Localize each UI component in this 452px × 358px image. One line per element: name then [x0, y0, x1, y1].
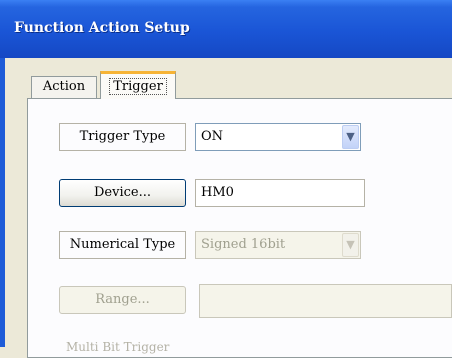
device-button[interactable]: Device...	[59, 179, 186, 207]
tab-trigger-label: Trigger	[109, 78, 167, 95]
window-title: Function Action Setup	[14, 20, 190, 36]
tab-action-label: Action	[42, 79, 86, 94]
device-value: HM0	[201, 185, 234, 200]
device-field[interactable]: HM0	[195, 179, 365, 207]
numerical-type-label: Numerical Type	[59, 231, 186, 259]
chevron-down-icon: ▼	[342, 233, 359, 257]
trigger-type-value: ON	[201, 129, 224, 144]
tab-action[interactable]: Action	[31, 76, 97, 98]
range-button: Range...	[59, 286, 186, 314]
range-field	[199, 284, 452, 318]
numerical-type-value: Signed 16bit	[201, 237, 286, 252]
trigger-type-select[interactable]: ON ▼	[195, 123, 361, 151]
multi-bit-trigger-label: Multi Bit Trigger	[66, 340, 170, 354]
title-bar[interactable]: Function Action Setup	[0, 0, 452, 59]
tab-trigger[interactable]: Trigger	[100, 71, 176, 99]
trigger-type-label: Trigger Type	[59, 123, 186, 151]
chevron-down-icon[interactable]: ▼	[342, 125, 359, 149]
numerical-type-select: Signed 16bit ▼	[195, 231, 361, 259]
